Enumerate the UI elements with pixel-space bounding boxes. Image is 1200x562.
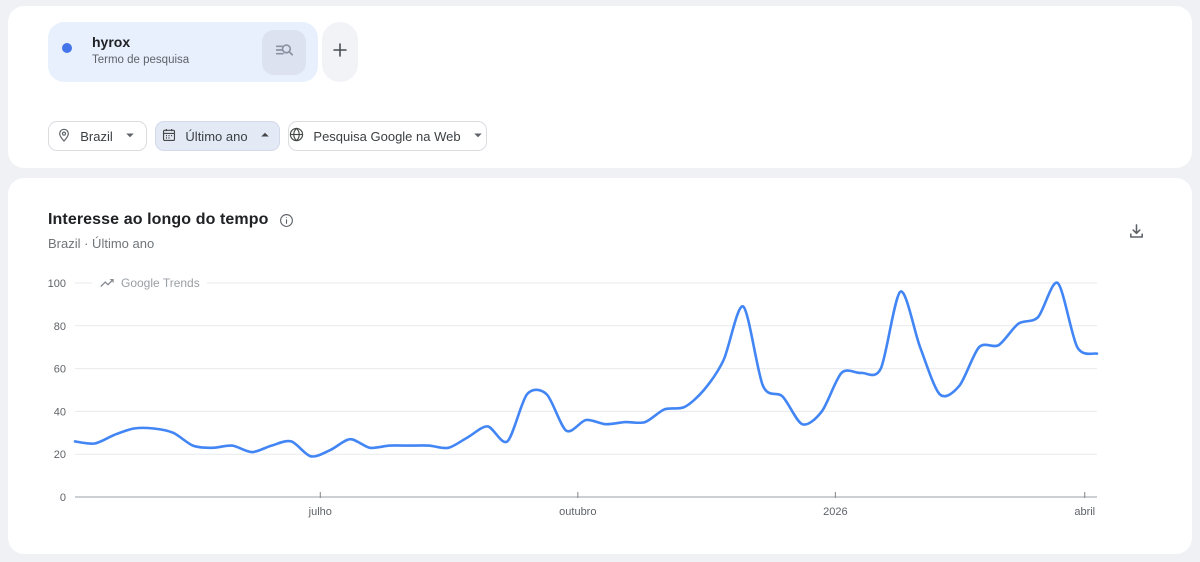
filter-timerange-chip[interactable]: Último ano — [155, 121, 280, 151]
chevron-down-icon — [121, 126, 139, 147]
chevron-down-icon — [469, 126, 487, 147]
trending-up-icon — [99, 275, 115, 291]
location-pin-icon — [56, 127, 72, 146]
watermark-label: Google Trends — [121, 276, 200, 290]
interest-over-time-card: Interesse ao longo do tempo Brazil · Últ… — [8, 178, 1192, 554]
search-term-texts: hyrox Termo de pesquisa — [92, 33, 189, 66]
chevron-up-icon — [256, 126, 274, 147]
edit-search-term-button[interactable] — [262, 30, 306, 75]
plus-icon — [329, 39, 351, 66]
svg-text:0: 0 — [60, 492, 66, 504]
svg-text:60: 60 — [54, 364, 66, 376]
svg-text:2026: 2026 — [823, 506, 847, 518]
svg-text:outubro: outubro — [559, 506, 596, 518]
svg-text:80: 80 — [54, 321, 66, 333]
svg-text:julho: julho — [308, 506, 332, 518]
filter-searchtype-label: Pesquisa Google na Web — [313, 128, 461, 144]
svg-text:abril: abril — [1074, 506, 1095, 518]
search-term-chip[interactable]: hyrox Termo de pesquisa — [48, 22, 318, 82]
search-term-type: Termo de pesquisa — [92, 54, 190, 66]
filter-region-label: Brazil — [80, 128, 113, 144]
svg-text:100: 100 — [48, 278, 66, 290]
add-comparison-button[interactable] — [322, 22, 358, 82]
filter-region-chip[interactable]: Brazil — [48, 121, 147, 151]
svg-text:20: 20 — [54, 449, 66, 461]
calendar-icon — [161, 127, 177, 146]
search-controls-card: hyrox Termo de pesquisa Brazil Último an… — [8, 6, 1192, 168]
svg-text:40: 40 — [54, 406, 66, 418]
trend-chart-svg[interactable]: 0 20 40 60 80 100 julho outubro 2026 abril — [8, 178, 1192, 554]
filter-searchtype-chip[interactable]: Pesquisa Google na Web — [288, 121, 487, 151]
globe-icon — [288, 126, 305, 146]
series-color-dot — [62, 43, 72, 53]
filter-timerange-label: Último ano — [185, 128, 248, 144]
google-trends-watermark: Google Trends — [92, 274, 207, 292]
manage-search-icon — [273, 39, 295, 66]
search-term-label: hyrox — [92, 34, 131, 50]
